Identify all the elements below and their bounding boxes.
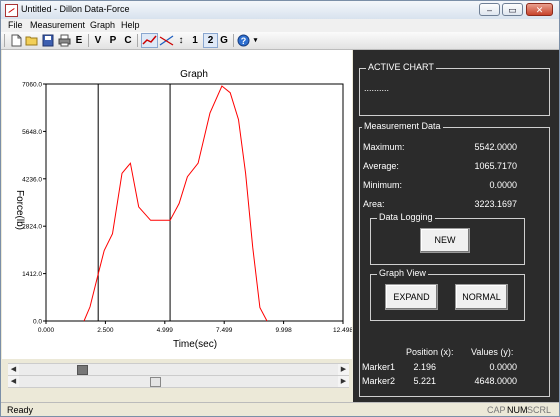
y-tick-label: 4236.0 — [22, 176, 42, 183]
title-bar: Untitled - Dillon Data-Force – ▭ ✕ — [1, 1, 559, 20]
chart-title: Graph — [180, 69, 208, 80]
status-cap: CAP — [487, 405, 506, 415]
plot-frame — [45, 83, 344, 322]
graph-view-title: Graph View — [377, 268, 428, 278]
x-tick-label: 9.998 — [275, 327, 292, 334]
force-time-chart: Graph Time(sec) Force(lb) 0.000 2.500 4.99… — [14, 69, 352, 350]
toolbar-g-button[interactable]: G — [218, 34, 230, 47]
toolbar-overflow-icon[interactable]: ▾ — [252, 34, 259, 47]
restore-button[interactable]: ▭ — [502, 3, 523, 16]
x-tick-label: 2.500 — [97, 327, 114, 334]
y-tick-label: 0.0 — [33, 319, 42, 326]
data-logging-title: Data Logging — [377, 212, 435, 222]
line-graph-icon[interactable] — [141, 33, 158, 48]
menu-graph[interactable]: Graph — [90, 20, 115, 30]
active-chart-group: ACTIVE CHART .......... — [359, 62, 550, 116]
maximum-label: Maximum: — [363, 142, 405, 152]
y-tick-label: 2824.0 — [22, 224, 42, 231]
force-series-line — [83, 85, 268, 322]
measurement-data-title: Measurement Data — [362, 121, 443, 131]
graph-view-group: Graph View EXPAND NORMAL — [370, 268, 525, 321]
chart-scrollbar-bottom[interactable]: ◀ ▶ — [8, 375, 349, 388]
new-file-icon[interactable] — [9, 34, 23, 47]
y-tick-label: 5648.0 — [22, 129, 42, 136]
new-button[interactable]: NEW — [420, 228, 470, 253]
data-logging-group: Data Logging NEW — [370, 212, 525, 265]
help-icon[interactable]: ? — [237, 34, 250, 47]
average-label: Average: — [363, 161, 399, 171]
toolbar-1-button[interactable]: 1 — [189, 34, 201, 47]
menu-measurement[interactable]: Measurement — [30, 20, 85, 30]
menu-help[interactable]: Help — [121, 20, 140, 30]
toolbar: E V P C ↕ 1 2 G ? ▾ — [1, 32, 559, 50]
close-button[interactable]: ✕ — [526, 3, 553, 16]
status-ready: Ready — [7, 405, 34, 415]
print-icon[interactable] — [57, 34, 71, 47]
svg-text:?: ? — [241, 36, 247, 46]
vertical-cursor-icon[interactable]: ↕ — [176, 34, 186, 47]
marker-crosshair-icon[interactable] — [159, 34, 174, 47]
maximum-value: 5542.0000 — [474, 142, 517, 152]
scroll-thumb-bottom[interactable] — [150, 377, 161, 387]
graph-panel: Graph Time(sec) Force(lb) 0.000 2.500 4.99… — [2, 50, 352, 359]
marker1-label: Marker1 — [362, 362, 396, 372]
info-panel: ACTIVE CHART .......... Measurement Data… — [353, 50, 559, 402]
x-tick-label: 12.498 — [333, 327, 352, 334]
app-window: Untitled - Dillon Data-Force – ▭ ✕ File … — [0, 0, 560, 417]
status-num: NUM — [507, 405, 528, 415]
marker1-value: 0.0000 — [489, 362, 517, 372]
toolbar-2-button[interactable]: 2 — [203, 33, 218, 48]
y-tick-label: 1412.0 — [22, 271, 42, 278]
area-label: Area: — [363, 199, 385, 209]
toolbar-e-button[interactable]: E — [73, 34, 85, 47]
open-folder-icon[interactable] — [25, 34, 39, 47]
marker2-label: Marker2 — [362, 376, 396, 386]
toolbar-c-button[interactable]: C — [122, 34, 134, 47]
marker1-position: 2.196 — [413, 362, 436, 372]
measurement-data-group: Measurement Data Maximum: 5542.0000 Aver… — [359, 121, 550, 397]
scroll-left-arrow[interactable]: ◀ — [8, 364, 19, 375]
area-value: 3223.1697 — [474, 199, 517, 209]
minimum-label: Minimum: — [363, 180, 403, 190]
menu-bar: File Measurement Graph Help — [1, 19, 559, 32]
scroll-right-arrow[interactable]: ▶ — [338, 364, 349, 375]
active-chart-text: .......... — [364, 83, 390, 93]
toolbar-p-button[interactable]: P — [107, 34, 119, 47]
y-tick-label: 7060.0 — [22, 82, 42, 89]
values-header: Values (y): — [471, 347, 514, 357]
expand-button[interactable]: EXPAND — [385, 284, 438, 310]
x-tick-label: 7.499 — [216, 327, 233, 334]
active-chart-title: ACTIVE CHART — [366, 62, 436, 72]
marker2-position: 5.221 — [413, 376, 436, 386]
window-title: Untitled - Dillon Data-Force — [21, 4, 130, 14]
minimize-button[interactable]: – — [479, 3, 500, 16]
save-disk-icon[interactable] — [41, 34, 55, 47]
scroll-thumb-top[interactable] — [77, 365, 88, 375]
position-header: Position (x): — [406, 347, 454, 357]
status-scrl: SCRL — [527, 405, 552, 415]
average-value: 1065.7170 — [474, 161, 517, 171]
x-tick-label: 4.999 — [157, 327, 174, 334]
status-bar: Ready CAP NUM SCRL — [1, 402, 559, 416]
scroll-left-arrow[interactable]: ◀ — [8, 376, 19, 387]
app-icon — [5, 4, 18, 17]
menu-file[interactable]: File — [8, 20, 23, 30]
minimum-value: 0.0000 — [489, 180, 517, 190]
x-tick-label: 0.000 — [38, 327, 55, 334]
normal-button[interactable]: NORMAL — [455, 284, 508, 310]
toolbar-v-button[interactable]: V — [92, 34, 104, 47]
x-axis-label: Time(sec) — [173, 339, 217, 350]
marker2-value: 4648.0000 — [474, 376, 517, 386]
scroll-right-arrow[interactable]: ▶ — [338, 376, 349, 387]
